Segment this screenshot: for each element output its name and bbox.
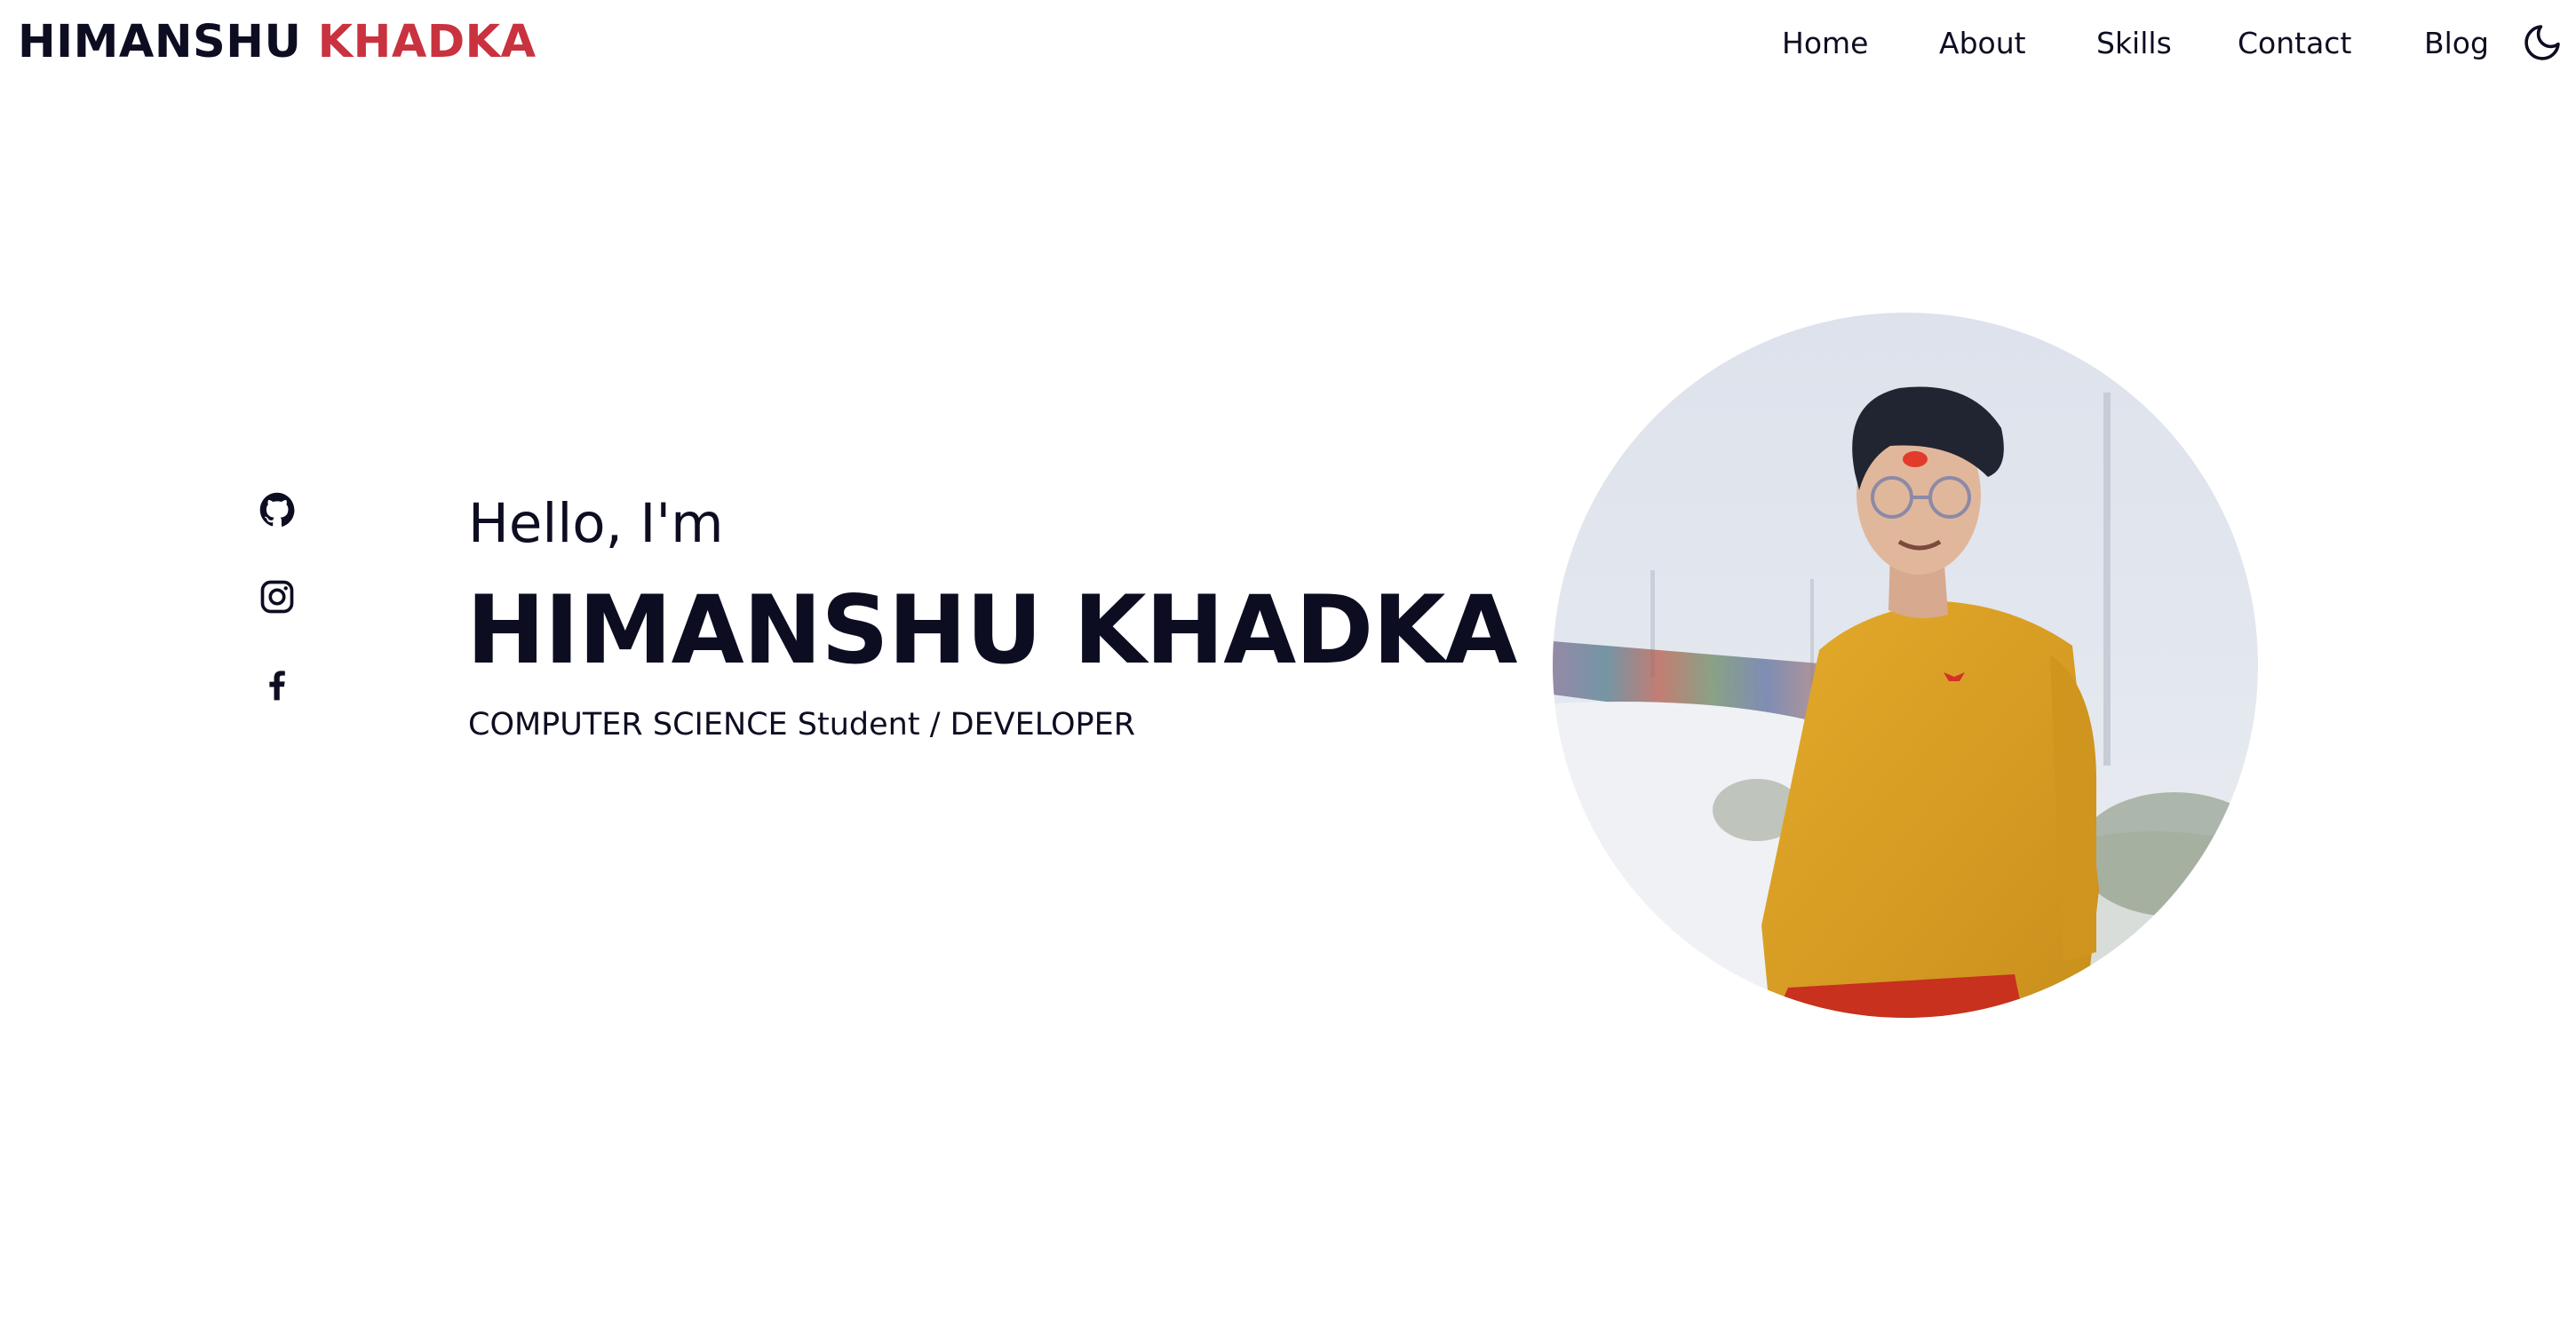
moon-icon: [2524, 25, 2560, 60]
nav-blog[interactable]: Blog: [2424, 21, 2489, 66]
github-icon: [259, 492, 295, 527]
hero-name: HIMANSHU KHADKA: [466, 576, 1517, 685]
nav-contact[interactable]: Contact: [2238, 21, 2351, 66]
instagram-link[interactable]: [258, 577, 297, 616]
profile-photo-image: [1553, 313, 2258, 1018]
instagram-icon: [260, 580, 294, 614]
github-link[interactable]: [258, 490, 297, 529]
nav-home[interactable]: Home: [1782, 21, 1868, 66]
nav-about[interactable]: About: [1939, 21, 2026, 66]
site-header: HIMANSHU KHADKA Home About Skills Contac…: [0, 0, 2576, 89]
hero-subtitle: COMPUTER SCIENCE Student / DEVELOPER: [468, 707, 1136, 742]
nav-skills[interactable]: Skills: [2096, 21, 2172, 66]
logo-first-name: HIMANSHU: [18, 16, 302, 68]
page: HIMANSHU KHADKA Home About Skills Contac…: [0, 0, 2576, 1318]
facebook-icon: [269, 671, 285, 701]
site-logo[interactable]: HIMANSHU KHADKA: [18, 14, 537, 71]
logo-last-name: KHADKA: [317, 16, 537, 68]
profile-photo: [1553, 313, 2258, 1018]
theme-toggle-button[interactable]: [2521, 21, 2564, 64]
facebook-link[interactable]: [258, 664, 297, 703]
hero-greeting: Hello, I'm: [468, 492, 724, 555]
